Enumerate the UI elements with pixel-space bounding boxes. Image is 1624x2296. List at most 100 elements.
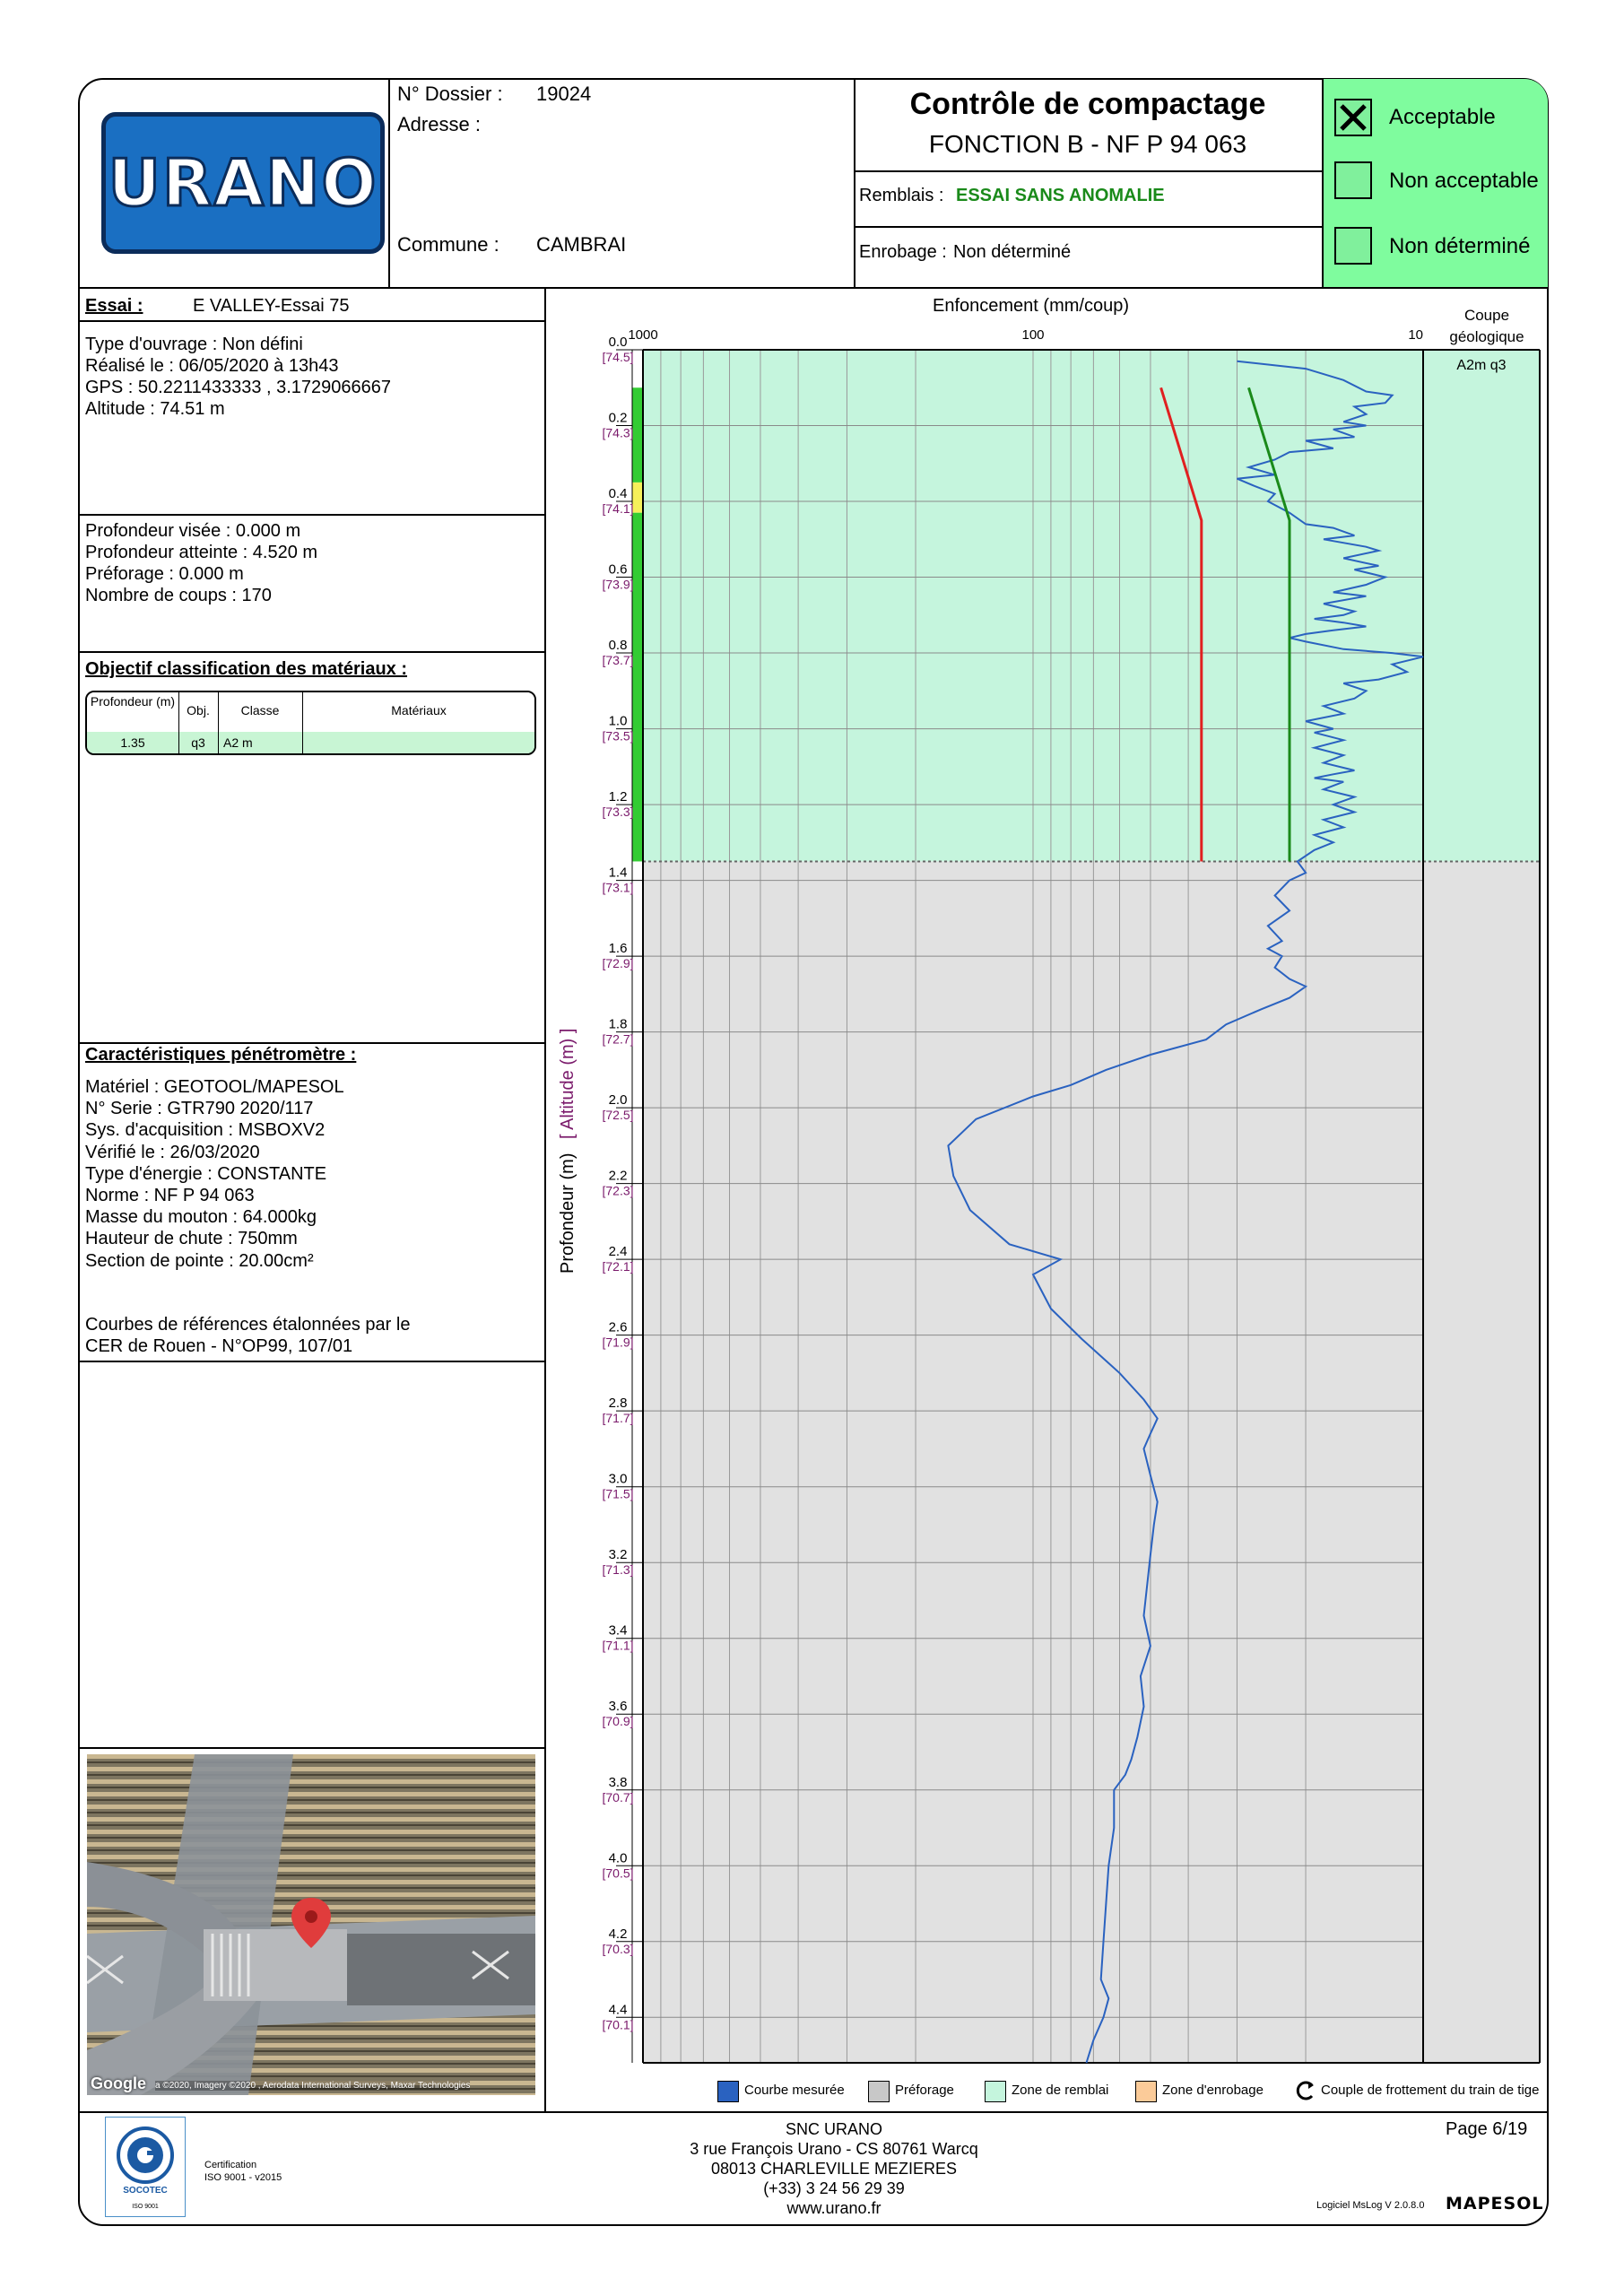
- y-tick-label-altitude: [74.3]: [602, 426, 633, 440]
- legend-label-enrobage: Zone d'enrobage: [1162, 2083, 1264, 2098]
- company-website[interactable]: www.urano.fr: [628, 2198, 1040, 2218]
- page-number: Page 6/19: [1446, 2119, 1528, 2139]
- y-tick-label-depth: 0.0: [609, 335, 628, 350]
- y-tick-label-altitude: [72.9]: [602, 956, 633, 970]
- y-tick-label-altitude: [73.7]: [602, 653, 633, 667]
- commune-value: CAMBRAI: [536, 233, 627, 256]
- profondeur-atteinte: Profondeur atteinte : 4.520 m: [85, 543, 318, 562]
- cell-classe: A2 m: [223, 735, 253, 750]
- objectif-title: Objectif classification des matériaux :: [85, 659, 408, 679]
- y-tick-label-altitude: [71.5]: [602, 1487, 633, 1501]
- geo-zone-preforage: [1423, 861, 1540, 2063]
- y-tick-label-altitude: [72.3]: [602, 1184, 633, 1198]
- y-tick-label-altitude: [72.7]: [602, 1032, 633, 1047]
- legend-label-preforage: Préforage: [895, 2083, 954, 2098]
- cell-profondeur: 1.35: [120, 735, 145, 750]
- norme: Norme : NF P 94 063: [85, 1186, 255, 1206]
- reference-line-2: CER de Rouen - N°OP99, 107/01: [85, 1336, 353, 1356]
- type-energie: Type d'énergie : CONSTANTE: [85, 1163, 327, 1184]
- commune-label: Commune :: [397, 233, 499, 256]
- hauteur-chute: Hauteur de chute : 750mm: [85, 1229, 298, 1249]
- col-sep-3: [302, 692, 303, 753]
- page-subtitle: FONCTION B - NF P 94 063: [928, 130, 1247, 158]
- x-tick-label: 1000: [628, 327, 657, 343]
- essai-value: E VALLEY-Essai 75: [193, 296, 350, 316]
- y-tick-label-altitude: [74.5]: [602, 350, 633, 364]
- y-tick-label-depth: 3.8: [609, 1775, 628, 1790]
- company-phone: (+33) 3 24 56 29 39: [763, 2179, 905, 2197]
- y-tick-label-depth: 1.6: [609, 941, 628, 956]
- profondeur-visee: Profondeur visée : 0.000 m: [85, 521, 301, 541]
- penetrometre-lines: Matériel : GEOTOOL/MAPESOL N° Serie : GT…: [85, 1076, 344, 1272]
- y-tick-label-altitude: [73.5]: [602, 729, 633, 744]
- map-credit: a ©2020, Imagery ©2020 , Aerodata Intern…: [155, 2081, 471, 2091]
- google-label: Google: [91, 2074, 146, 2092]
- y-tick-label-altitude: [70.3]: [602, 1942, 633, 1956]
- profondeur-info: Profondeur visée : 0.000 m Profondeur at…: [85, 520, 317, 606]
- penetrometre-title: Caractéristiques pénétromètre :: [85, 1045, 357, 1065]
- col-header-obj: Obj.: [187, 703, 210, 718]
- y-tick-label-depth: 4.4: [609, 2002, 628, 2017]
- map-image: [87, 1754, 535, 2095]
- y-tick-label-depth: 2.8: [609, 1396, 628, 1411]
- status-label-non-determine: Non déterminé: [1389, 234, 1531, 258]
- y-tick-label-depth: 1.4: [609, 865, 628, 881]
- y-tick-label-depth: 1.0: [609, 714, 628, 729]
- y-tick-label-depth: 4.0: [609, 1850, 628, 1866]
- y-tick-label-altitude: [71.1]: [602, 1639, 633, 1653]
- classification-table: Profondeur (m) Obj. Classe Matériaux 1.3…: [85, 691, 536, 755]
- y-tick-label-depth: 3.2: [609, 1547, 628, 1562]
- type-ouvrage: Type d'ouvrage : Non défini: [85, 335, 303, 354]
- cert-label: Certification: [204, 2160, 257, 2170]
- penetration-chart: 1000 100 100.0[74.5]0.2[74.3]0.4[74.1]0.6[…: [602, 327, 1541, 2064]
- y-tick-label-altitude: [71.3]: [602, 1562, 633, 1577]
- col-header-profondeur: Profondeur (m): [90, 694, 176, 709]
- header-divider-1: [388, 79, 390, 287]
- y-tick-label-altitude: [72.5]: [602, 1108, 633, 1122]
- socotec-seal-icon: [117, 2126, 174, 2184]
- depth-bar-segment: [632, 482, 643, 513]
- masse-mouton: Masse du mouton : 64.000kg: [85, 1207, 317, 1228]
- geo-zone-remblai: [1423, 350, 1540, 862]
- left-line-1: [79, 320, 544, 322]
- depth-bar-segment: [632, 387, 643, 483]
- col-header-classe: Classe: [240, 703, 280, 718]
- geo-layer-label: A2m q3: [1456, 358, 1506, 373]
- non-determine-checkbox[interactable]: [1334, 227, 1372, 265]
- y-tick-label-depth: 2.0: [609, 1092, 628, 1108]
- x-tick-label: 100: [1021, 327, 1044, 343]
- remblais-divider: [854, 226, 1322, 228]
- y-tick-label-altitude: [70.7]: [602, 1790, 633, 1805]
- urano-logo: URANO: [101, 112, 385, 254]
- left-line-3: [79, 651, 544, 653]
- materiel: Matériel : GEOTOOL/MAPESOL: [85, 1077, 344, 1097]
- remblais-label: Remblais :: [859, 186, 944, 205]
- cert-value: ISO 9001 - v2015: [204, 2172, 282, 2183]
- y-tick-label-altitude: [73.3]: [602, 804, 633, 819]
- x-tick-label: 10: [1408, 327, 1423, 343]
- adresse-label: Adresse :: [397, 113, 481, 135]
- cell-obj: q3: [191, 735, 205, 750]
- reference-text: Courbes de références étalonnées par le …: [85, 1314, 410, 1357]
- dossier-label: N° Dossier :: [397, 83, 503, 105]
- legend-swatch-enrobage: [1135, 2081, 1157, 2102]
- y-tick-label-depth: 0.8: [609, 638, 628, 653]
- satellite-map[interactable]: Google a ©2020, Imagery ©2020 , Aerodata…: [87, 1754, 535, 2095]
- acceptable-checkbox[interactable]: [1334, 99, 1372, 136]
- essai-info: Type d'ouvrage : Non défini Réalisé le :…: [85, 334, 391, 420]
- non-acceptable-checkbox[interactable]: [1334, 161, 1372, 199]
- header-bottom-line: [79, 287, 1548, 289]
- y-tick-label-depth: 0.6: [609, 562, 628, 578]
- company-name: SNC URANO: [785, 2120, 882, 2138]
- socotec-iso: ISO 9001: [132, 2204, 159, 2210]
- y-tick-label-altitude: [70.9]: [602, 1714, 633, 1728]
- y-tick-label-depth: 2.4: [609, 1244, 628, 1259]
- reference-line-1: Courbes de références étalonnées par le: [85, 1315, 411, 1335]
- enrobage-value: Non déterminé: [953, 242, 1072, 262]
- address-line-2: 08013 CHARLEVILLE MEZIERES: [710, 2160, 958, 2178]
- y-tick-label-depth: 3.4: [609, 1623, 628, 1639]
- y-tick-label-altitude: [72.1]: [602, 1259, 633, 1274]
- y-tick-label-altitude: [73.9]: [602, 578, 633, 592]
- legend-label-couple: Couple de frottement du train de tige: [1321, 2083, 1540, 2098]
- address-line-1: 3 rue François Urano - CS 80761 Warcq: [690, 2140, 978, 2158]
